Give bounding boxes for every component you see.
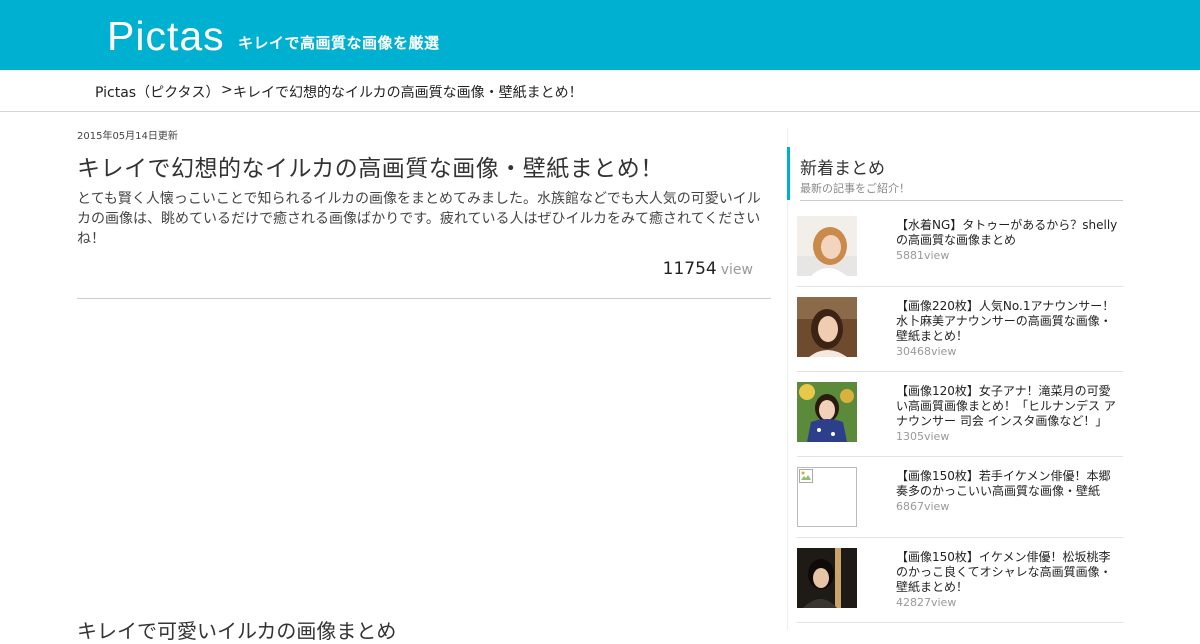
sidebar-article-views: 42827view [896,596,957,609]
sidebar-article-views: 30468view [896,345,957,358]
sidebar-article-item[interactable]: 【水着NG】タトゥーがあるから？shellyの高画質な画像まとめ 5881vie… [797,216,1123,302]
view-unit: view [720,262,753,278]
site-tagline: キレイで高画質な画像を厳選 [238,34,440,52]
sidebar-article-title[interactable]: 【画像220枚】人気No.1アナウンサー！水卜麻美アナウンサーの高画質な画像・壁… [896,299,1122,344]
view-counter: 11754 view [600,259,753,279]
article-thumbnail[interactable] [797,467,857,527]
breadcrumb-separator: > [221,82,233,98]
sidebar-article-views: 1305view [896,430,950,443]
breadcrumb: Pictas（ピクタス） > キレイで幻想的なイルカの高画質な画像・壁紙まとめ！ [0,70,1200,112]
article-date: 2015年05月14日更新 [77,131,178,142]
sidebar-item-divider [797,537,1123,538]
sidebar-article-views: 6867view [896,500,950,513]
sidebar-divider [787,128,788,630]
sidebar-article-title[interactable]: 【画像150枚】若手イケメン俳優！本郷奏多のかっこいい高画質な画像・壁紙 [896,469,1122,499]
sidebar-article-views: 5881view [896,249,950,262]
article-thumbnail[interactable] [797,216,857,276]
article-divider [77,298,771,299]
site-header: Pictas キレイで高画質な画像を厳選 [0,0,1200,70]
sidebar-accent-bar [787,147,790,200]
breadcrumb-home-link[interactable]: Pictas（ピクタス） [95,82,220,102]
broken-image-icon [799,469,813,483]
sidebar-item-divider [797,371,1123,372]
sidebar-article-title[interactable]: 【画像120枚】女子アナ！滝菜月の可愛い高画質画像まとめ！「ヒルナンデス アナウ… [896,384,1122,429]
sidebar-header-divider [800,200,1123,201]
article-thumbnail[interactable] [797,297,857,357]
sidebar-article-item[interactable]: 【画像150枚】若手イケメン俳優！本郷奏多のかっこいい高画質な画像・壁紙 686… [797,467,1123,553]
sidebar-article-title[interactable]: 【画像150枚】イケメン俳優！松坂桃李のかっこ良くてオシャレな高画質画像・壁紙ま… [896,550,1122,595]
view-count: 11754 [662,259,717,279]
article-thumbnail[interactable] [797,382,857,442]
article-title: キレイで幻想的なイルカの高画質な画像・壁紙まとめ！ [77,156,664,182]
site-logo[interactable]: Pictas [107,8,225,64]
sidebar-subtitle: 最新の記事をご紹介！ [800,182,910,195]
sidebar-title: 新着まとめ [800,159,885,179]
article-thumbnail[interactable] [797,548,857,608]
breadcrumb-current: キレイで幻想的なイルカの高画質な画像・壁紙まとめ！ [233,85,583,101]
article-description: とても賢く人懐っこいことで知られるイルカの画像をまとめてみました。水族館などでも… [77,191,761,247]
sidebar-article-title[interactable]: 【水着NG】タトゥーがあるから？shellyの高画質な画像まとめ [896,218,1122,248]
sidebar-item-divider [797,286,1123,287]
sidebar-item-divider [797,622,1123,623]
sidebar-item-divider [797,456,1123,457]
